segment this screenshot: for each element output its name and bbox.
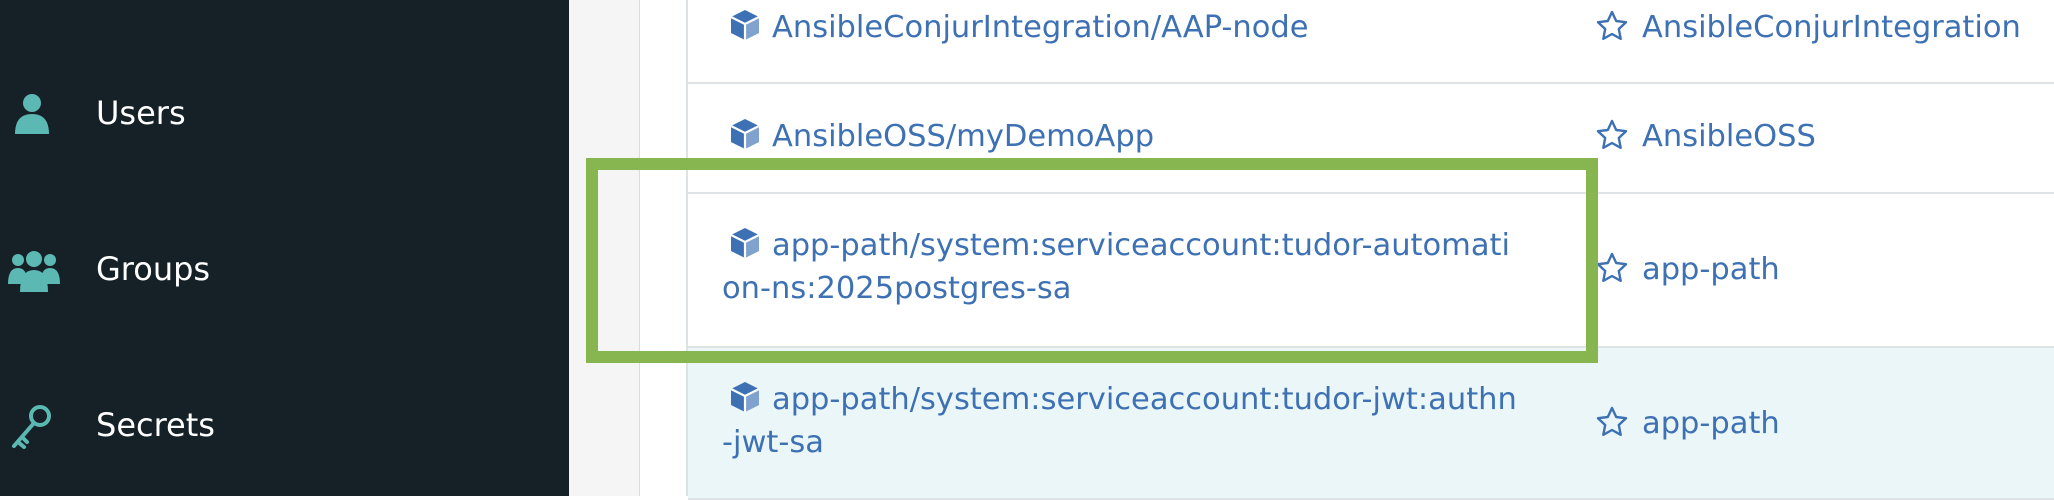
cube-icon [728,117,762,151]
sidebar-item-label: Secrets [96,406,215,444]
table-row: AnsibleOSS/myDemoApp AnsibleOSS [688,84,2054,194]
content-gutter [569,0,640,496]
resource-link[interactable]: AnsibleConjurIntegration/AAP-node [772,10,1309,45]
star-outline-icon [1596,10,1628,42]
cube-icon [728,8,762,42]
owner-cell: app-path [1596,402,2046,445]
user-icon [8,90,56,138]
cube-icon [728,226,762,260]
sidebar-item-groups[interactable]: Groups [0,224,569,314]
owner-cell: AnsibleOSS [1596,115,2046,158]
owner-link[interactable]: AnsibleOSS [1642,119,1816,154]
key-icon [8,402,56,450]
star-outline-icon [1596,406,1628,438]
owner-cell: AnsibleConjurIntegration [1596,6,2046,49]
users-group-icon [8,246,60,294]
owner-link[interactable]: app-path [1642,252,1780,287]
resource-id-cell: AnsibleConjurIntegration/AAP-node [722,6,1522,49]
cube-icon [728,380,762,414]
sidebar-item-label: Groups [96,250,211,288]
star-outline-icon [1596,252,1628,284]
table-row: AnsibleConjurIntegration/AAP-node Ansibl… [688,0,2054,84]
resource-id-cell: app-path/system:serviceaccount:tudor-jwt… [722,378,1522,464]
sidebar-item-users[interactable]: Users [0,68,569,158]
resource-link[interactable]: app-path/system:serviceaccount:tudor-aut… [722,228,1510,306]
resource-id-cell: AnsibleOSS/myDemoApp [722,115,1522,158]
owner-cell: app-path [1596,248,2046,291]
resources-table: AnsibleConjurIntegration/AAP-node Ansibl… [686,0,2054,500]
owner-link[interactable]: AnsibleConjurIntegration [1642,10,2021,45]
resource-link[interactable]: app-path/system:serviceaccount:tudor-jwt… [722,382,1517,460]
star-outline-icon [1596,119,1628,151]
table-row: app-path/system:serviceaccount:tudor-aut… [688,194,2054,348]
sidebar: Users Groups Secrets [0,0,569,496]
owner-link[interactable]: app-path [1642,406,1780,441]
sidebar-item-label: Users [96,94,186,132]
resource-id-cell: app-path/system:serviceaccount:tudor-aut… [722,224,1522,310]
sidebar-item-secrets[interactable]: Secrets [0,380,569,470]
resource-link[interactable]: AnsibleOSS/myDemoApp [772,119,1154,154]
table-row: app-path/system:serviceaccount:tudor-jwt… [688,348,2054,500]
